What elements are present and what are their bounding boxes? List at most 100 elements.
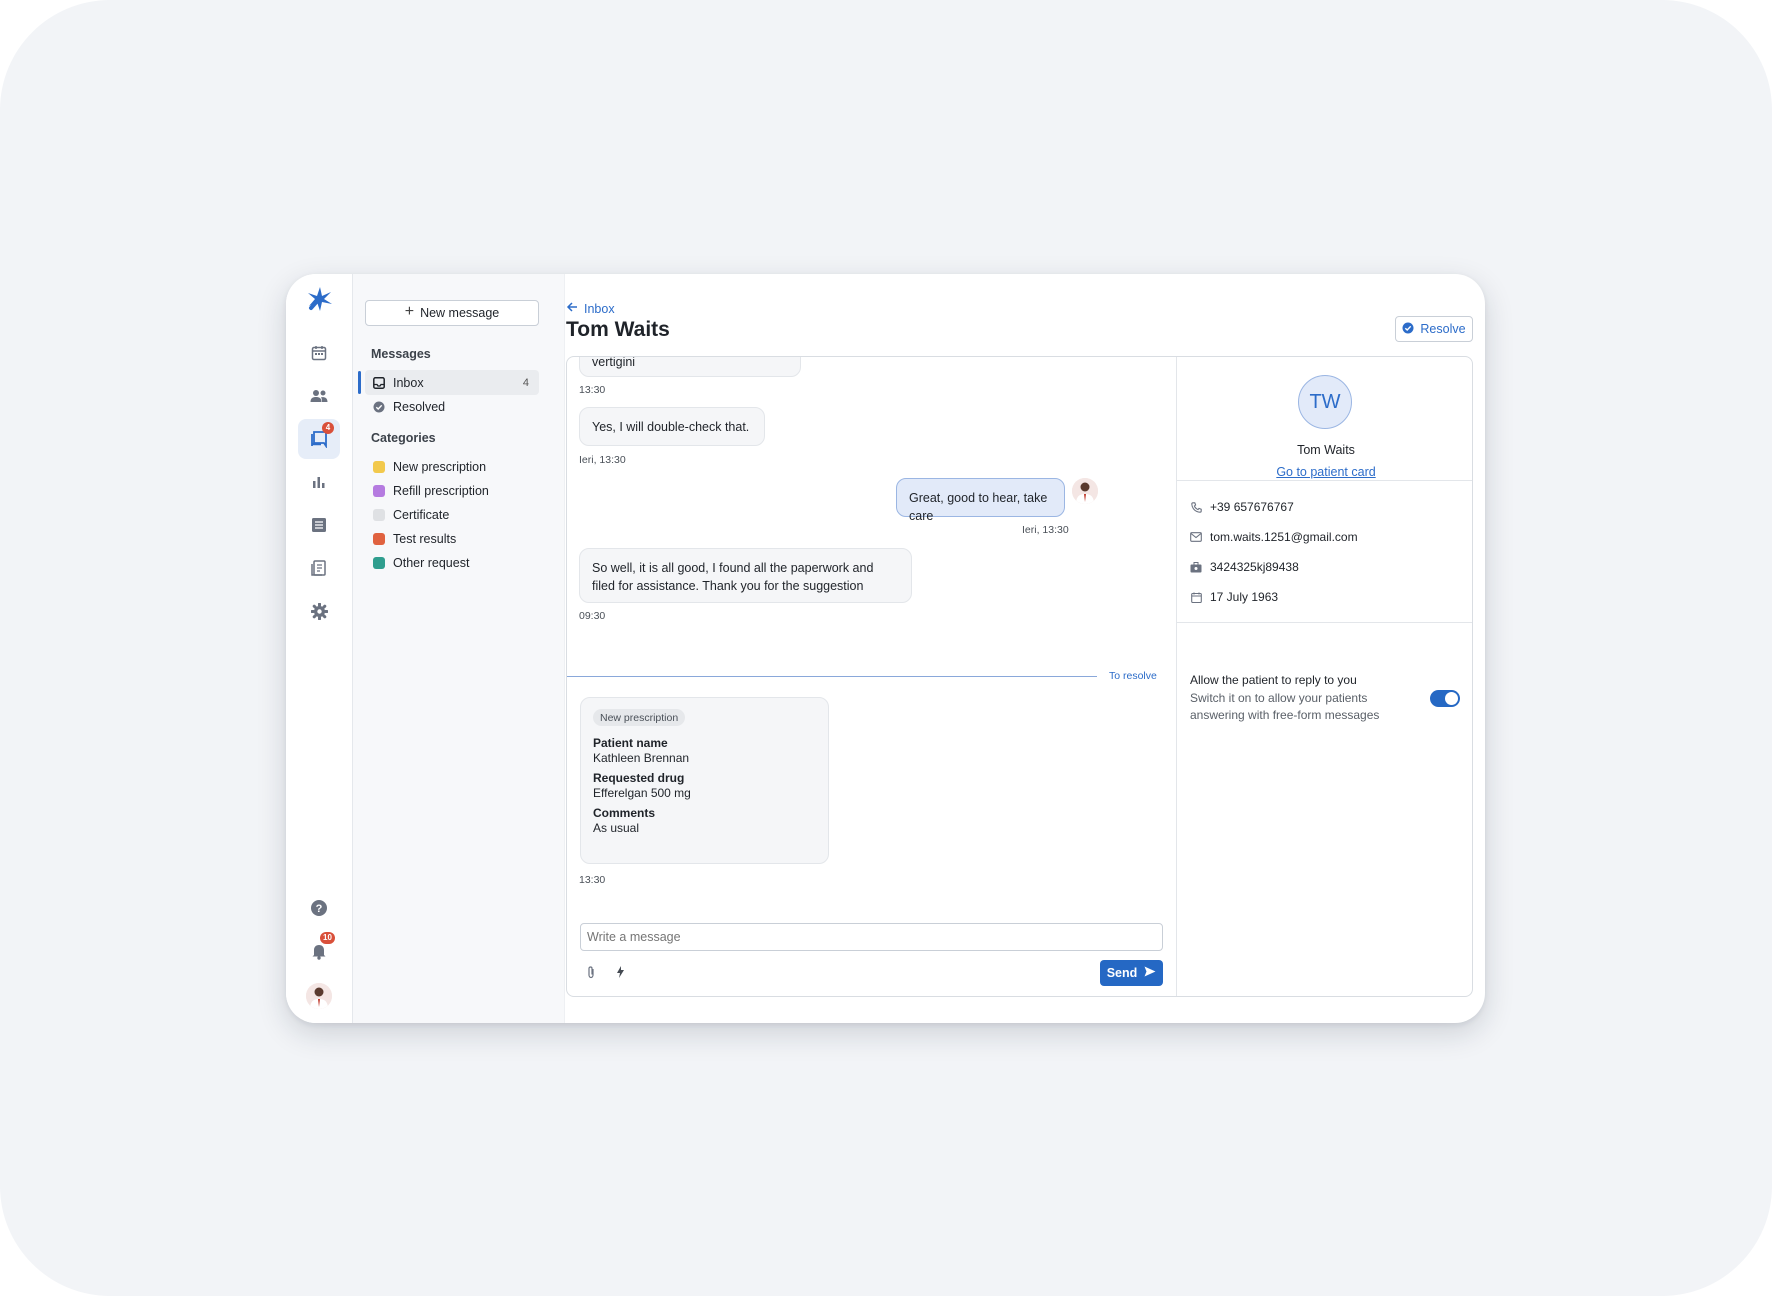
category-new-prescription[interactable]: New prescription [365,454,539,479]
patient-name: Tom Waits [1297,443,1355,457]
app-window: 4 ? 10 + New message Messages Inbox 4 Re… [286,274,1485,1023]
field-value: Kathleen Brennan [593,751,690,765]
svg-text:?: ? [316,903,323,915]
resolve-label: Resolve [1420,322,1466,336]
calendar-icon [1190,591,1202,603]
id-value: 3424325kj89438 [1210,560,1299,574]
category-label: Other request [393,555,470,570]
help-icon[interactable]: ? [298,888,340,928]
phone-row: +39 657676767 [1190,500,1294,514]
send-icon [1144,966,1156,980]
reply-setting-title: Allow the patient to reply to you [1190,673,1357,687]
birthdate-value: 17 July 1963 [1210,590,1279,604]
resolve-button[interactable]: Resolve [1395,316,1473,342]
phone-icon [1190,501,1202,513]
to-resolve-label: To resolve [1109,670,1157,682]
icon-rail: 4 ? 10 [286,274,353,1023]
nav-item-label: Resolved [393,399,446,414]
other-request-icon [373,556,385,569]
patient-card-link[interactable]: Go to patient card [1177,465,1472,479]
nav-item-resolved[interactable]: Resolved [365,394,539,419]
calendar-icon[interactable] [298,333,340,373]
arrow-left-icon [566,301,578,316]
category-certificate[interactable]: Certificate [365,502,539,527]
notifications-badge: 10 [320,932,335,944]
background-stage: 4 ? 10 + New message Messages Inbox 4 Re… [0,0,1772,1296]
category-label: New prescription [393,459,487,474]
plus-icon: + [404,303,415,320]
category-label: Certificate [393,507,450,522]
divider [1177,622,1472,623]
categories-section-title: Categories [371,431,436,445]
category-test-results[interactable]: Test results [365,526,539,551]
messages-badge: 4 [322,422,334,434]
check-circle-icon [373,401,385,413]
messages-icon[interactable]: 4 [298,419,340,459]
messages-section-title: Messages [371,347,431,361]
paperclip-icon[interactable] [584,965,598,979]
field-label: Patient name [593,736,668,750]
nav-item-label: Inbox [393,375,424,390]
nav-item-inbox[interactable]: Inbox 4 [358,370,539,395]
document-icon[interactable] [298,548,340,588]
allow-reply-toggle[interactable] [1430,690,1460,707]
my-message-bubble: Great, good to hear, take care [896,478,1065,523]
check-circle-icon [1402,322,1414,337]
doctor-avatar-icon [1072,478,1098,504]
reply-setting-description: Switch it on to allow your patients answ… [1190,691,1380,722]
list-icon[interactable] [298,505,340,545]
page-title: Tom Waits [566,318,670,341]
category-chip: New prescription [593,709,686,726]
stats-icon[interactable] [298,462,340,502]
id-row: 3424325kj89438 [1190,560,1299,574]
category-label: Refill prescription [393,483,489,498]
field-value: As usual [593,821,640,835]
nav-panel: + New message Messages Inbox 4 Resolved … [353,274,565,1023]
message-time: Ieri, 13:30 [579,454,626,466]
field-value: Efferelgan 500 mg [593,786,691,800]
birthdate-row: 17 July 1963 [1190,590,1278,604]
category-label: Test results [393,531,457,546]
message-input[interactable] [580,923,1163,951]
notifications-icon[interactable]: 10 [298,931,340,971]
message-bubble: Yes, I will double-check that. [579,407,765,446]
new-message-label: New message [420,306,500,320]
inbox-count: 4 [522,376,529,389]
field-label: Requested drug [593,771,685,785]
new-prescription-icon [373,460,385,473]
field-label: Comments [593,806,656,820]
message-bubble: So well, it is all good, I found all the… [579,548,912,603]
lightning-icon[interactable] [613,965,627,979]
inbox-icon [373,376,385,389]
mail-icon [1190,531,1202,543]
test-results-icon [373,532,385,545]
category-other-request[interactable]: Other request [365,550,539,575]
breadcrumb[interactable]: Inbox [566,301,615,316]
message-bubble: vertigini [579,357,801,377]
email-value: tom.waits.1251@gmail.com [1210,530,1358,544]
message-time: Ieri, 13:30 [1022,524,1069,536]
phone-value: +39 657676767 [1210,500,1294,514]
refill-prescription-icon [373,484,385,497]
message-time: 09:30 [579,610,606,622]
conversation-panel: vertigini 13:30 Yes, I will double-check… [566,356,1473,997]
certificate-icon [373,508,385,521]
id-card-icon [1190,561,1202,573]
category-refill-prescription[interactable]: Refill prescription [365,478,539,503]
new-message-button[interactable]: + New message [365,300,539,326]
patients-icon[interactable] [298,376,340,416]
send-label: Send [1106,966,1138,980]
patient-details: TW Tom Waits Go to patient card +39 6576… [1176,357,1472,996]
chat-thread[interactable]: vertigini 13:30 Yes, I will double-check… [567,357,1176,996]
patient-avatar: TW [1298,375,1352,429]
app-logo-icon[interactable] [305,284,335,314]
message-time: 13:30 [579,874,606,886]
email-row: tom.waits.1251@gmail.com [1190,530,1358,544]
settings-icon[interactable] [298,591,340,631]
request-card[interactable]: New prescription Patient name Kathleen B… [580,697,829,864]
message-time: 13:30 [579,384,606,396]
divider [1177,480,1472,481]
doctor-avatar-icon[interactable] [306,983,332,1009]
to-resolve-divider [567,676,1097,677]
send-button[interactable]: Send [1100,960,1163,986]
